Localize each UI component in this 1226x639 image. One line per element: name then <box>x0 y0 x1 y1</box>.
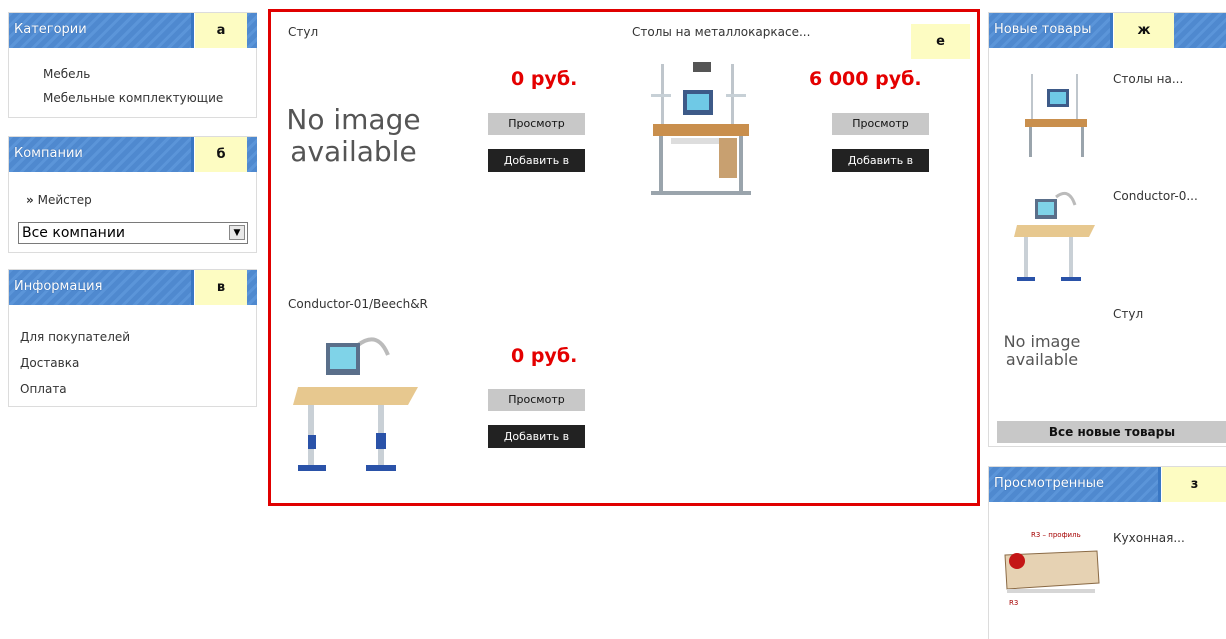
category-link[interactable]: Мебельные комплектующие <box>43 86 223 110</box>
view-button[interactable]: Просмотр <box>832 113 929 135</box>
r3-label: R3 <box>1009 599 1018 607</box>
info-link[interactable]: Доставка <box>20 350 130 376</box>
add-to-cart-button[interactable]: Добавить в <box>488 425 585 448</box>
marker-b: б <box>195 137 247 172</box>
company-select-value: Все компании <box>22 225 126 241</box>
marker-zh: ж <box>1114 13 1174 48</box>
new-items-header: Новые товары ж <box>989 13 1226 48</box>
categories-box: Категории а Мебель Мебельные комплектующ… <box>8 12 257 118</box>
category-link[interactable]: Мебель <box>43 62 223 86</box>
new-item-title[interactable]: Conductor-0... <box>1113 189 1198 203</box>
company-link[interactable]: Мейстер <box>38 193 92 207</box>
header-stripe <box>247 13 257 48</box>
company-link-row[interactable]: » Мейстер <box>26 193 92 207</box>
profile-label: R3 – профиль <box>1031 531 1081 539</box>
company-select[interactable]: Все компании ▼ <box>18 222 248 244</box>
new-item-title[interactable]: Стул <box>1113 307 1143 321</box>
add-to-cart-button[interactable]: Добавить в <box>832 149 929 172</box>
product-price: 0 руб. <box>511 345 578 367</box>
view-button[interactable]: Просмотр <box>488 389 585 411</box>
info-title: Информация <box>9 270 194 305</box>
no-image-placeholder: No image available <box>276 103 431 169</box>
catalog-frame: е Стул No image available 0 руб. Просмот… <box>268 9 980 506</box>
add-to-cart-button[interactable]: Добавить в <box>488 149 585 172</box>
companies-title: Компании <box>9 137 194 172</box>
double-chevron-icon: » <box>26 193 34 207</box>
info-list: Для покупателей Доставка Оплата <box>20 324 130 402</box>
info-box: Информация в Для покупателей Доставка Оп… <box>8 269 257 407</box>
new-items-box: Новые товары ж Столы на... Conductor-0..… <box>988 12 1226 447</box>
categories-list: Мебель Мебельные комплектующие <box>43 62 223 110</box>
viewed-item-image[interactable]: R3 – профиль R3 <box>1001 527 1106 612</box>
dropdown-arrow-icon[interactable]: ▼ <box>229 225 245 240</box>
info-link[interactable]: Для покупателей <box>20 324 130 350</box>
viewed-box: Просмотренные з R3 – профиль R3 Кухонная… <box>988 466 1226 639</box>
header-stripe <box>247 270 257 305</box>
new-item-image[interactable] <box>1011 69 1101 159</box>
all-new-items-button[interactable]: Все новые товары <box>997 421 1226 443</box>
no-image-text: No image available <box>1003 332 1081 370</box>
product-price: 0 руб. <box>511 68 578 90</box>
header-stripe <box>1174 13 1226 48</box>
no-image-text: No image available <box>286 103 421 169</box>
view-button[interactable]: Просмотр <box>488 113 585 135</box>
conductor-desk-image[interactable] <box>288 325 428 490</box>
categories-header: Категории а <box>9 13 257 48</box>
companies-header: Компании б <box>9 137 257 172</box>
viewed-title: Просмотренные <box>989 467 1161 502</box>
viewed-header: Просмотренные з <box>989 467 1226 502</box>
new-item-image[interactable] <box>1011 185 1101 290</box>
no-image-placeholder: No image available <box>1002 332 1082 370</box>
categories-title: Категории <box>9 13 194 48</box>
info-header: Информация в <box>9 270 257 305</box>
product-price: 6 000 руб. <box>809 68 922 90</box>
marker-z: з <box>1162 467 1226 502</box>
marker-a: а <box>195 13 247 48</box>
product-title[interactable]: Столы на металлокаркасе... <box>632 25 810 39</box>
companies-box: Компании б » Мейстер Все компании ▼ <box>8 136 257 253</box>
new-items-title: Новые товары <box>989 13 1113 48</box>
marker-e: е <box>911 24 970 59</box>
new-item-title[interactable]: Столы на... <box>1113 72 1183 86</box>
header-stripe <box>247 137 257 172</box>
viewed-item-title[interactable]: Кухонная... <box>1113 531 1185 545</box>
info-link[interactable]: Оплата <box>20 376 130 402</box>
product-title[interactable]: Conductor-01/Beech&R <box>288 297 428 311</box>
marker-v: в <box>195 270 247 305</box>
product-title[interactable]: Стул <box>288 25 318 39</box>
computer-desk-image[interactable] <box>631 54 771 204</box>
